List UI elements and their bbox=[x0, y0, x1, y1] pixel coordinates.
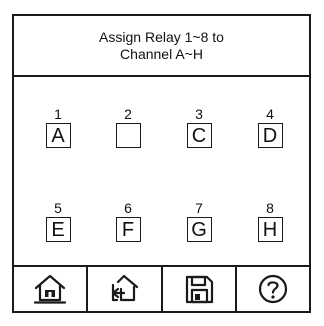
relay-number: 5 bbox=[54, 200, 62, 216]
help-icon bbox=[257, 273, 289, 305]
relay-number: 2 bbox=[124, 106, 132, 122]
channel-box-relay-7[interactable]: G bbox=[186, 217, 212, 242]
bottom-toolbar bbox=[14, 265, 309, 311]
relay-8: 8 H bbox=[250, 201, 290, 242]
title-line-2: Channel A~H bbox=[120, 45, 203, 62]
relay-3: 3 C bbox=[179, 107, 219, 148]
page-title: Assign Relay 1~8 to Channel A~H bbox=[14, 16, 309, 77]
title-line-1: Assign Relay 1~8 to bbox=[99, 28, 224, 45]
back-button[interactable] bbox=[88, 267, 163, 311]
relay-number: 8 bbox=[266, 200, 274, 216]
back-icon bbox=[107, 273, 141, 305]
relay-5: 5 E bbox=[38, 201, 78, 242]
channel-box-relay-1[interactable]: A bbox=[45, 123, 71, 148]
relay-number: 4 bbox=[266, 106, 274, 122]
relay-number: 7 bbox=[195, 200, 203, 216]
save-icon bbox=[183, 273, 215, 305]
channel-box-relay-5[interactable]: E bbox=[45, 217, 71, 242]
relay-number: 3 bbox=[195, 106, 203, 122]
relay-number: 6 bbox=[124, 200, 132, 216]
home-button[interactable] bbox=[14, 267, 89, 311]
relay-1: 1 A bbox=[38, 107, 78, 148]
relay-2: 2 bbox=[108, 107, 148, 148]
help-button[interactable] bbox=[237, 267, 309, 311]
home-icon bbox=[33, 273, 67, 305]
save-button[interactable] bbox=[163, 267, 237, 311]
relay-4: 4 D bbox=[250, 107, 290, 148]
relay-6: 6 F bbox=[108, 201, 148, 242]
relay-number: 1 bbox=[54, 106, 62, 122]
channel-box-relay-8[interactable]: H bbox=[257, 217, 283, 242]
channel-box-relay-3[interactable]: C bbox=[186, 123, 212, 148]
channel-box-relay-6[interactable]: F bbox=[115, 217, 141, 242]
channel-box-relay-2[interactable] bbox=[115, 123, 141, 148]
relay-grid: 1 A 2 3 C 4 D 5 E 6 F 7 G 8 H bbox=[14, 77, 309, 268]
relay-assign-screen: Assign Relay 1~8 to Channel A~H 1 A 2 3 … bbox=[12, 14, 311, 313]
channel-box-relay-4[interactable]: D bbox=[257, 123, 283, 148]
relay-7: 7 G bbox=[179, 201, 219, 242]
